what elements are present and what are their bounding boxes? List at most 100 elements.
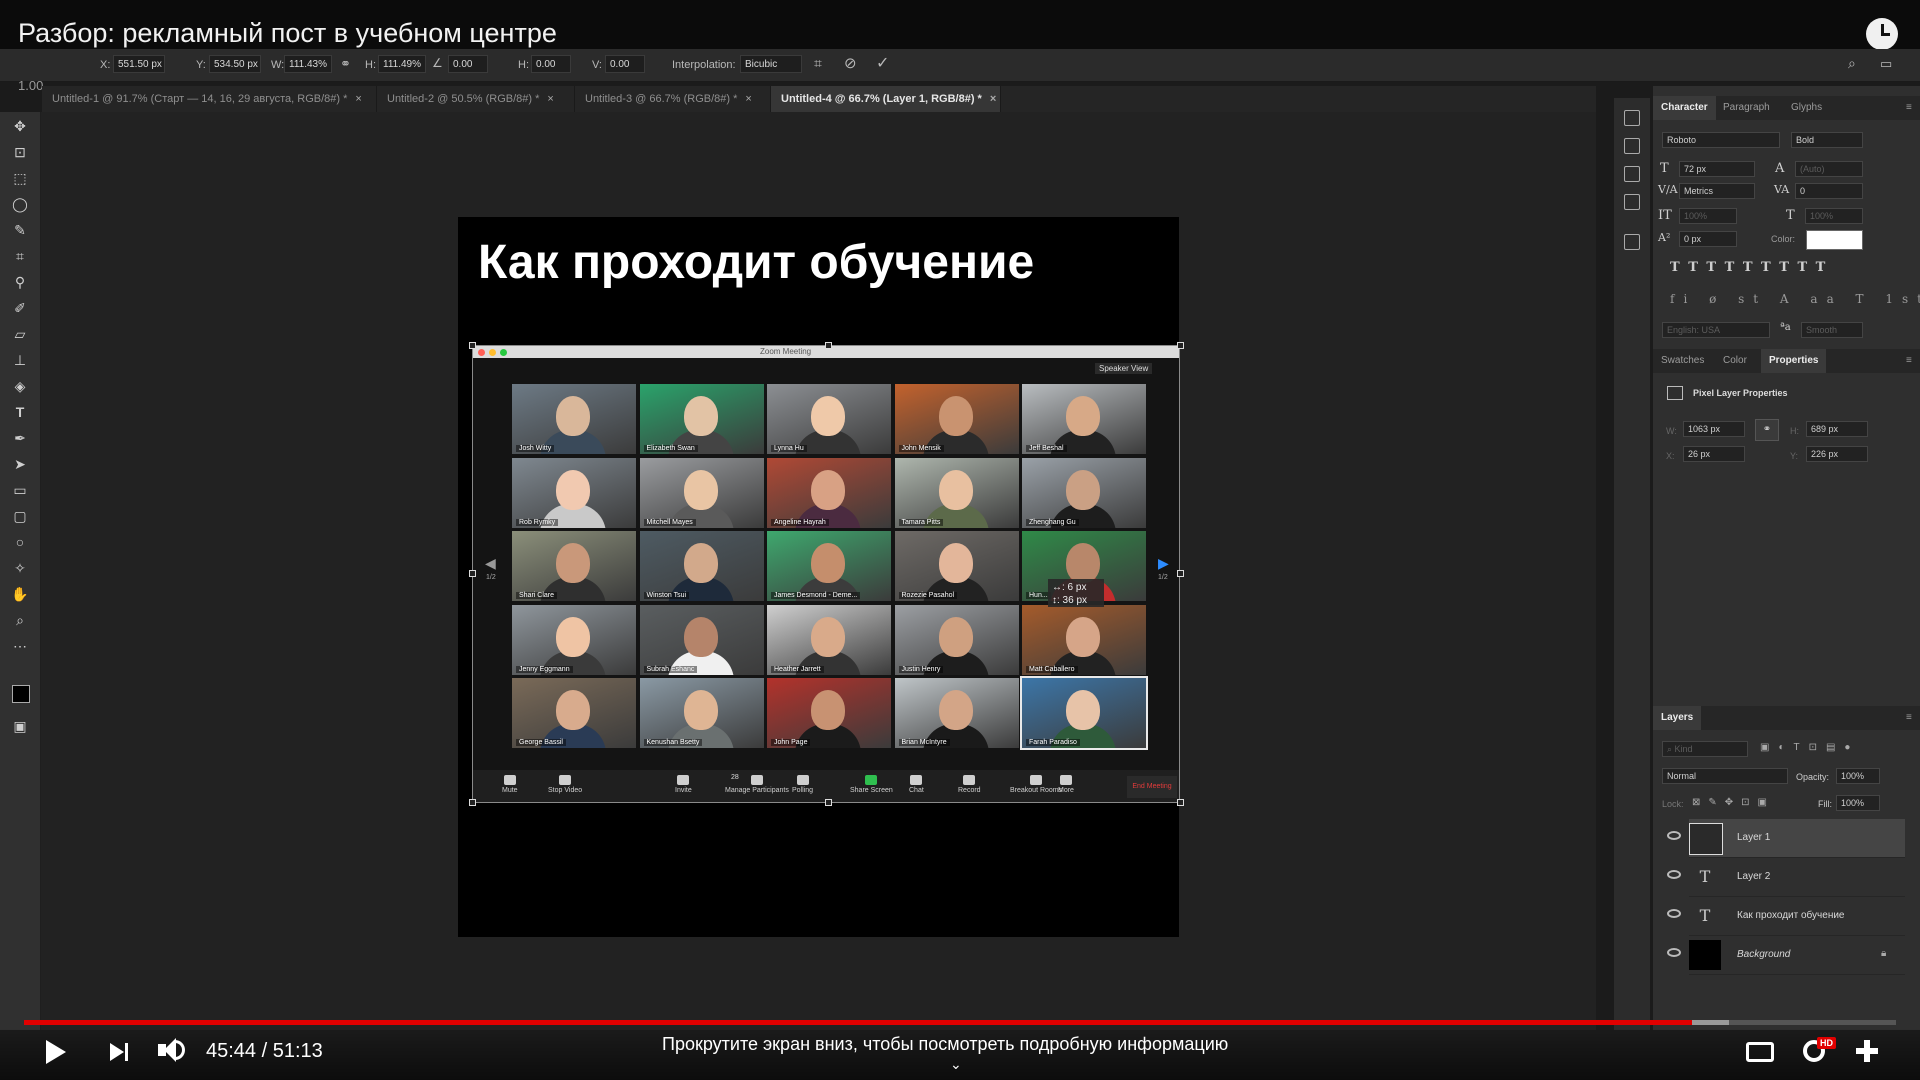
visibility-eye-icon[interactable] <box>1667 948 1681 957</box>
close-icon[interactable]: × <box>990 93 996 105</box>
brushes-icon[interactable] <box>1624 138 1640 154</box>
eyedropper-tool-icon[interactable]: ⚲ <box>10 272 30 292</box>
cancel-transform-icon[interactable]: ⊘ <box>844 54 857 72</box>
transform-handle-b[interactable] <box>825 799 832 806</box>
panel-menu-icon[interactable]: ≡ <box>1898 349 1920 373</box>
h-skew-field[interactable]: 0.00 <box>531 55 571 73</box>
tab-layers[interactable]: Layers <box>1653 706 1702 730</box>
tab-glyphs[interactable]: Glyphs <box>1783 96 1830 120</box>
path-select-tool-icon[interactable]: ➤ <box>10 454 30 474</box>
opacity-field[interactable]: 100% <box>1836 768 1880 784</box>
blend-mode-select[interactable]: Normal <box>1662 768 1788 784</box>
font-style-select[interactable]: Bold <box>1791 132 1863 148</box>
rounded-rect-tool-icon[interactable]: ▢ <box>10 506 30 526</box>
prop-x-field[interactable]: 26 px <box>1683 446 1745 462</box>
doc-tab-untitled-4[interactable]: Untitled-4 @ 66.7% (Layer 1, RGB/8#) * × <box>771 86 1001 112</box>
watch-later-clock-icon[interactable] <box>1866 18 1898 50</box>
paint-bucket-tool-icon[interactable]: ◈ <box>10 376 30 396</box>
commit-transform-icon[interactable]: ✓ <box>876 53 889 73</box>
play-button-icon[interactable] <box>46 1040 66 1064</box>
rectangle-tool-icon[interactable]: ▭ <box>10 480 30 500</box>
lasso-tool-icon[interactable]: ◯ <box>10 194 30 214</box>
layer-filter-icons[interactable]: ▣◐T⊡▤● <box>1760 742 1859 753</box>
prop-width-field[interactable]: 1063 px <box>1683 421 1745 437</box>
subtitles-icon[interactable] <box>1746 1042 1774 1062</box>
transform-handle-r[interactable] <box>1177 570 1184 577</box>
link-dimensions-icon[interactable]: ⚭ <box>1755 419 1779 441</box>
text-color-swatch[interactable] <box>1806 230 1863 250</box>
lock-icons[interactable]: ⊠✎✥⊡▣ <box>1692 797 1775 808</box>
brush-tool-icon[interactable]: ✐ <box>10 298 30 318</box>
tab-color[interactable]: Color <box>1715 349 1755 373</box>
type-tool-icon[interactable]: T <box>10 402 30 422</box>
search-icon[interactable]: ⌕ <box>1848 55 1856 72</box>
vertical-scale-field[interactable]: 100% <box>1679 208 1737 224</box>
foreground-color-swatch[interactable] <box>12 685 30 703</box>
language-select[interactable]: English: USA <box>1662 322 1770 338</box>
interpolation-select[interactable]: Bicubic <box>740 55 802 73</box>
eraser-tool-icon[interactable]: ▱ <box>10 324 30 344</box>
tab-paragraph[interactable]: Paragraph <box>1715 96 1778 120</box>
doc-tab-untitled-1[interactable]: Untitled-1 @ 91.7% (Старт — 14, 16, 29 а… <box>42 86 377 112</box>
width-scale-field[interactable]: 111.43% <box>284 55 332 73</box>
quick-select-tool-icon[interactable]: ✎ <box>10 220 30 240</box>
panel-menu-icon[interactable]: ≡ <box>1898 706 1920 730</box>
horizontal-scale-field[interactable]: 100% <box>1805 208 1863 224</box>
leading-field[interactable]: (Auto) <box>1795 161 1863 177</box>
marquee-tool-icon[interactable]: ⬚ <box>10 168 30 188</box>
fill-field[interactable]: 100% <box>1836 795 1880 811</box>
progress-played[interactable] <box>24 1020 1692 1025</box>
ellipse-tool-icon[interactable]: ○ <box>10 532 30 552</box>
font-family-select[interactable]: Roboto <box>1662 132 1780 148</box>
video-title[interactable]: Разбор: рекламный пост в учебном центре <box>18 18 557 49</box>
pen-tool-icon[interactable]: ✒ <box>10 428 30 448</box>
tab-character[interactable]: Character <box>1653 96 1716 120</box>
opentype-buttons[interactable]: fi ø st A aa T 1st ½ <box>1670 292 1920 310</box>
layer-row-layer-2[interactable]: T Layer 2 <box>1667 858 1905 897</box>
clone-source-icon[interactable] <box>1624 166 1640 182</box>
warp-icon[interactable]: ⌗ <box>814 55 822 72</box>
prop-height-field[interactable]: 689 px <box>1806 421 1868 437</box>
y-position-field[interactable]: 534.50 px <box>209 55 261 73</box>
3d-icon[interactable] <box>1624 234 1640 250</box>
transform-handle-br[interactable] <box>1177 799 1184 806</box>
transform-handle-t[interactable] <box>825 342 832 349</box>
text-style-buttons[interactable]: TTTTTTTTT <box>1670 260 1860 278</box>
doc-tab-untitled-2[interactable]: Untitled-2 @ 50.5% (RGB/8#) * × <box>377 86 575 112</box>
height-scale-field[interactable]: 111.49% <box>378 55 426 73</box>
layer-row-background[interactable]: Background 🔒︎ <box>1667 936 1905 975</box>
v-skew-field[interactable]: 0.00 <box>605 55 645 73</box>
workspace-icon[interactable]: ▭ <box>1880 56 1892 72</box>
layer-row-heading-text[interactable]: T Как проходит обучение <box>1667 897 1905 936</box>
move-tool-icon[interactable]: ✥ <box>10 116 30 136</box>
x-position-field[interactable]: 551.50 px <box>113 55 165 73</box>
tab-swatches[interactable]: Swatches <box>1653 349 1712 373</box>
close-icon[interactable]: × <box>745 93 751 105</box>
next-video-icon[interactable] <box>110 1043 124 1061</box>
transform-handle-tr[interactable] <box>1177 342 1184 349</box>
adjustments-icon[interactable] <box>1624 194 1640 210</box>
scroll-down-hint[interactable]: Прокрутите экран вниз, чтобы посмотреть … <box>662 1034 1228 1055</box>
prop-y-field[interactable]: 226 px <box>1806 446 1868 462</box>
visibility-eye-icon[interactable] <box>1667 831 1681 840</box>
visibility-eye-icon[interactable] <box>1667 870 1681 879</box>
baseline-shift-field[interactable]: 0 px <box>1679 231 1737 247</box>
font-size-field[interactable]: 72 px <box>1679 161 1755 177</box>
angle-field[interactable]: 0.00 <box>448 55 488 73</box>
artboard-tool-icon[interactable]: ⊡ <box>10 142 30 162</box>
panel-menu-icon[interactable]: ≡ <box>1898 96 1920 120</box>
zoom-tool-icon[interactable]: ⌕ <box>10 610 30 630</box>
link-icon[interactable]: ⚭ <box>340 56 351 72</box>
canvas-heading-text[interactable]: Как проходит обучение <box>478 235 1034 290</box>
kerning-field[interactable]: Metrics <box>1679 183 1755 199</box>
chevron-down-icon[interactable]: ⌄ <box>950 1056 962 1073</box>
layer-row-layer-1[interactable]: Layer 1 <box>1667 819 1905 858</box>
close-icon[interactable]: × <box>355 93 361 105</box>
stamp-tool-icon[interactable]: ⊥ <box>10 350 30 370</box>
tracking-field[interactable]: 0 <box>1795 183 1863 199</box>
transform-handle-tl[interactable] <box>469 342 476 349</box>
visibility-eye-icon[interactable] <box>1667 909 1681 918</box>
antialias-select[interactable]: Smooth <box>1801 322 1863 338</box>
doc-tab-untitled-3[interactable]: Untitled-3 @ 66.7% (RGB/8#) * × <box>575 86 771 112</box>
transform-handle-l[interactable] <box>469 570 476 577</box>
